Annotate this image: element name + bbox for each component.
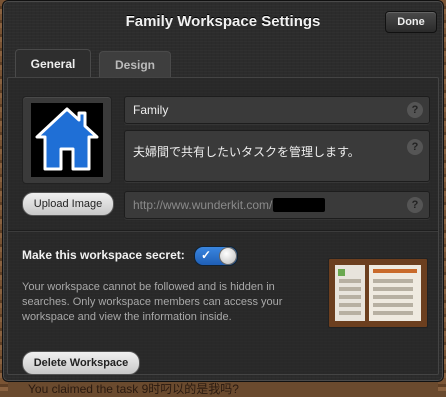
dialog-titlebar: Family Workspace Settings Done — [3, 1, 443, 41]
preview-header — [373, 269, 417, 273]
preview-row — [373, 279, 413, 283]
help-icon[interactable]: ? — [407, 197, 423, 213]
preview-row — [373, 303, 413, 307]
preview-content — [369, 265, 421, 321]
preview-row — [373, 295, 413, 299]
preview-add-icon — [338, 269, 345, 276]
workspace-description-field[interactable]: 夫婦間で共有したいタスクを管理します。 ? — [124, 130, 430, 182]
check-icon: ✓ — [201, 248, 212, 262]
workspace-icon-frame[interactable] — [22, 96, 112, 184]
preview-row — [339, 303, 361, 307]
workspace-preview-image — [328, 258, 428, 328]
redacted-url-segment — [273, 198, 326, 212]
workspace-url-wrapper: http://www.wunderkit.com/ — [133, 198, 326, 212]
workspace-name-value: Family — [133, 103, 169, 117]
workspace-description-value: 夫婦間で共有したいタスクを管理します。 — [133, 145, 360, 159]
workspace-url-field[interactable]: http://www.wunderkit.com/ ? — [124, 191, 430, 219]
delete-workspace-button[interactable]: Delete Workspace — [22, 351, 140, 375]
preview-row — [373, 311, 413, 315]
preview-sidebar — [335, 265, 365, 321]
workspace-url-value: http://www.wunderkit.com/ — [133, 198, 273, 212]
help-icon[interactable]: ? — [407, 102, 423, 118]
done-button[interactable]: Done — [385, 11, 437, 33]
background-activity-text: You claimed the task 9时叼以的是我吗? — [28, 382, 239, 396]
general-panel: Upload Image Family ? 夫婦間で共有したいタスクを管理します… — [7, 77, 439, 375]
upload-image-button[interactable]: Upload Image — [22, 192, 114, 216]
toggle-knob[interactable] — [219, 247, 237, 265]
preview-row — [339, 295, 361, 299]
help-icon[interactable]: ? — [407, 139, 423, 155]
house-icon — [31, 103, 103, 177]
secret-workspace-label: Make this workspace secret: — [22, 248, 185, 262]
tab-design[interactable]: Design — [99, 51, 171, 78]
preview-row — [373, 287, 413, 291]
tab-general[interactable]: General — [15, 49, 91, 78]
secret-workspace-description: Your workspace cannot be followed and is… — [22, 281, 283, 323]
workspace-name-field[interactable]: Family ? — [124, 96, 430, 124]
workspace-settings-dialog: Family Workspace Settings Done General D… — [2, 0, 444, 382]
secret-workspace-toggle[interactable]: ✓ — [194, 246, 238, 266]
preview-row — [339, 279, 361, 283]
section-divider — [8, 230, 438, 231]
dialog-title: Family Workspace Settings — [125, 13, 321, 30]
preview-row — [339, 311, 361, 315]
preview-row — [339, 287, 361, 291]
